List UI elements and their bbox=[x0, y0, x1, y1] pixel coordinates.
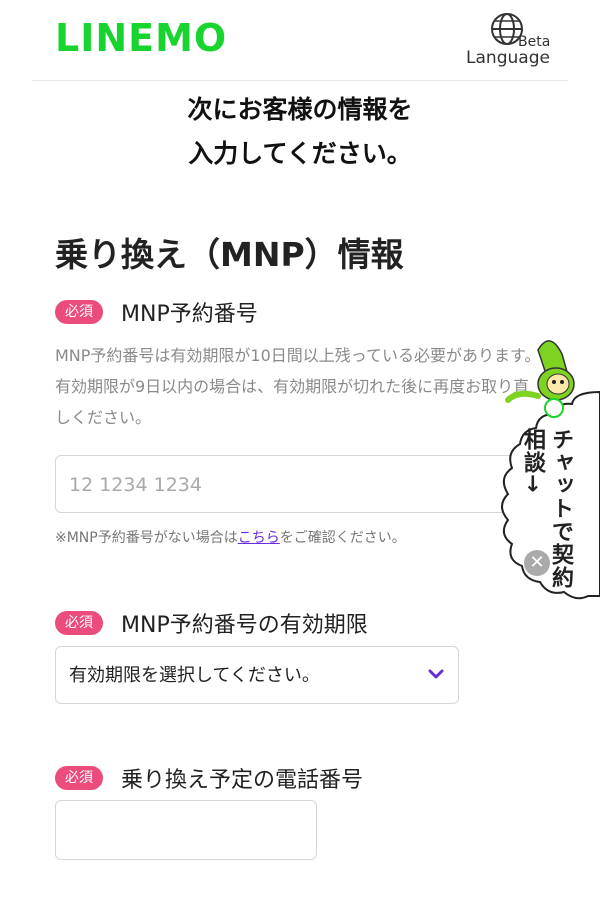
mnp-note-link[interactable]: こちら bbox=[238, 530, 280, 546]
mnp-number-label-text: MNP予約番号 bbox=[121, 302, 258, 327]
mnp-number-input[interactable]: 12 1234 1234 bbox=[55, 455, 525, 513]
phone-label-text: 乗り換え予定の電話番号 bbox=[121, 768, 364, 793]
phone-input[interactable] bbox=[55, 800, 317, 860]
mnp-note-prefix: ※MNP予約番号がない場合は bbox=[55, 530, 238, 546]
mnp-number-placeholder: 12 1234 1234 bbox=[69, 474, 202, 496]
expiry-select-value: 有効期限を選択してください。 bbox=[69, 665, 320, 686]
required-badge: 必須 bbox=[55, 300, 103, 324]
header: LINEMO Beta Language bbox=[0, 0, 600, 82]
expiry-label-text: MNP予約番号の有効期限 bbox=[121, 613, 368, 638]
section-title: 乗り換え（MNP）情報 bbox=[55, 235, 404, 274]
chat-widget[interactable]: チャットで契約相談→ ✕ bbox=[478, 330, 600, 610]
mnp-note-suffix: をご確認ください。 bbox=[279, 530, 406, 546]
chevron-down-icon bbox=[428, 669, 444, 679]
linemo-logo[interactable]: LINEMO bbox=[55, 18, 227, 58]
chat-text: チャットで契約相談→ bbox=[520, 428, 573, 589]
language-switcher[interactable]: Beta Language bbox=[466, 12, 550, 72]
mnp-note: ※MNP予約番号がない場合はこちらをご確認ください。 bbox=[55, 527, 406, 547]
intro-heading: 次にお客様の情報を 入力してください。 bbox=[0, 88, 600, 176]
close-icon[interactable]: ✕ bbox=[524, 550, 550, 576]
intro-line-2: 入力してください。 bbox=[188, 139, 412, 168]
phone-label: 必須 乗り換え予定の電話番号 bbox=[55, 762, 363, 794]
required-badge: 必須 bbox=[55, 611, 103, 635]
expiry-label: 必須 MNP予約番号の有効期限 bbox=[55, 607, 368, 639]
language-label: Language bbox=[466, 48, 550, 68]
intro-line-1: 次にお客様の情報を bbox=[187, 95, 413, 124]
header-divider bbox=[32, 80, 568, 81]
mnp-number-description: MNP予約番号は有効期限が10日間以上残っている必要があります。有効期限が9日以… bbox=[55, 346, 541, 427]
mnp-number-label: 必須 MNP予約番号 bbox=[55, 296, 258, 328]
required-badge: 必須 bbox=[55, 766, 103, 790]
expiry-select[interactable]: 有効期限を選択してください。 bbox=[55, 646, 459, 704]
